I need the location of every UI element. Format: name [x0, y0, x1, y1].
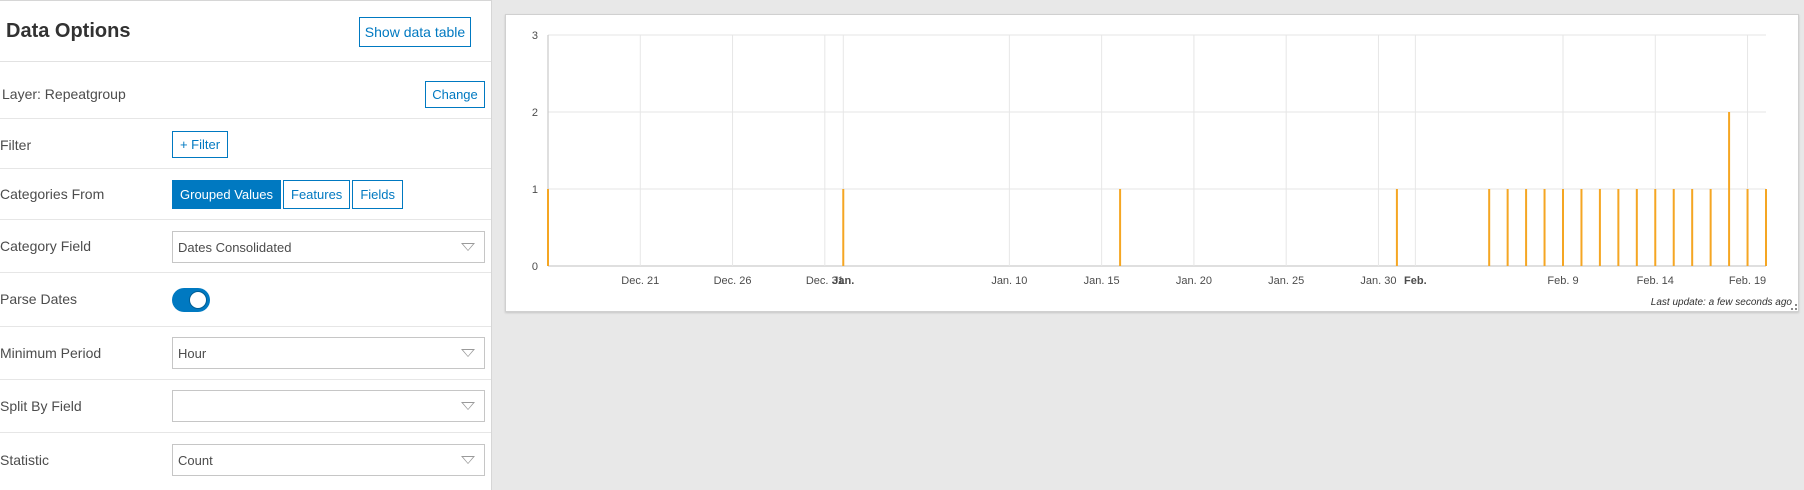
- data-bar: [1598, 189, 1601, 266]
- x-tick-label: Feb. 19: [1729, 275, 1766, 287]
- data-bar: [1395, 189, 1398, 266]
- data-bar: [1617, 189, 1620, 266]
- data-bar: [1119, 189, 1122, 266]
- categories-from-label: Categories From: [0, 186, 105, 202]
- x-tick-label: Feb. 9: [1547, 275, 1578, 287]
- filter-row: Filter + Filter: [0, 119, 491, 169]
- statistic-label: Statistic: [0, 452, 50, 468]
- split-by-field-select[interactable]: [172, 390, 485, 422]
- category-field-value: Dates Consolidated: [178, 240, 292, 255]
- panel-header: Data Options Show data table: [0, 1, 491, 62]
- x-tick-label: Jan. 25: [1268, 275, 1304, 287]
- data-bar: [1506, 189, 1509, 266]
- statistic-row: Statistic Count: [0, 433, 491, 490]
- categories-from-row: Categories From Grouped Values Features …: [0, 169, 491, 220]
- data-bar: [1765, 189, 1767, 266]
- minimum-period-row: Minimum Period Hour: [0, 327, 491, 380]
- data-bar: [1672, 189, 1675, 266]
- filter-label: Filter: [0, 137, 32, 153]
- category-field-row: Category Field Dates Consolidated: [0, 220, 491, 273]
- layer-label: Layer: Repeatgroup: [2, 86, 126, 102]
- change-layer-button[interactable]: Change: [425, 81, 485, 108]
- data-bar: [547, 189, 549, 266]
- parse-dates-toggle[interactable]: [172, 288, 210, 312]
- data-bar: [1709, 189, 1712, 266]
- data-bar: [1543, 189, 1546, 266]
- data-options-panel: Data Options Show data table Layer: Repe…: [0, 0, 492, 490]
- x-tick-label: Dec. 21: [621, 275, 659, 287]
- category-field-select[interactable]: Dates Consolidated: [172, 231, 485, 263]
- data-bar: [1635, 189, 1638, 266]
- last-update-text: Last update: a few seconds ago: [1650, 297, 1792, 308]
- y-tick-label: 1: [532, 184, 538, 196]
- minimum-period-label: Minimum Period: [0, 345, 102, 361]
- x-tick-label: Dec. 26: [714, 275, 752, 287]
- x-tick-label: Jan. 30: [1360, 275, 1396, 287]
- categories-segmented-control: Grouped Values Features Fields: [172, 180, 403, 209]
- data-bar: [1525, 189, 1528, 266]
- data-bar: [842, 189, 845, 266]
- category-field-label: Category Field: [0, 238, 92, 254]
- layer-row: Layer: Repeatgroup Change: [0, 63, 491, 119]
- minimum-period-value: Hour: [178, 346, 207, 361]
- x-tick-label: Feb. 14: [1637, 275, 1674, 287]
- statistic-select[interactable]: Count: [172, 444, 485, 476]
- x-tick-label: Jan. 20: [1176, 275, 1212, 287]
- data-bar: [1580, 189, 1583, 266]
- features-button[interactable]: Features: [283, 180, 351, 209]
- toggle-knob: [189, 291, 207, 309]
- serial-chart: 0123Dec. 21 Dec. 26 Dec. 31Jan. Jan. 10 Jan.…: [532, 30, 1767, 287]
- y-tick-label: 3: [532, 30, 538, 42]
- grouped-values-button[interactable]: Grouped Values: [172, 180, 281, 209]
- chevron-down-icon: [461, 456, 475, 464]
- chevron-down-icon: [461, 402, 475, 410]
- app-window: Data Options Show data table Layer: Repe…: [0, 0, 1804, 490]
- x-tick-label: Feb.: [1404, 275, 1427, 287]
- split-by-field-row: Split By Field: [0, 380, 491, 433]
- fields-button[interactable]: Fields: [352, 180, 403, 209]
- panel-title: Data Options: [6, 20, 131, 42]
- y-tick-label: 0: [532, 261, 538, 273]
- add-filter-button[interactable]: + Filter: [172, 131, 228, 158]
- data-bar: [1562, 189, 1564, 266]
- resize-handle[interactable]: [1791, 304, 1797, 310]
- minimum-period-select[interactable]: Hour: [172, 337, 485, 369]
- chevron-down-icon: [461, 349, 475, 357]
- x-tick-label: Jan. 10: [991, 275, 1027, 287]
- parse-dates-row: Parse Dates: [0, 273, 491, 327]
- data-bar: [1654, 189, 1657, 266]
- data-bar: [1746, 189, 1749, 266]
- data-bar: [1728, 112, 1731, 266]
- chart-card: 0 1 2 3 Dec. 21 Dec. 26 Dec. 31 Jan. Jan. 10 Jan.…: [505, 14, 1799, 312]
- chevron-down-icon: [461, 243, 475, 251]
- data-bar: [1691, 189, 1694, 266]
- statistic-value: Count: [178, 453, 213, 468]
- y-tick-label: 2: [532, 107, 538, 119]
- x-tick-label: Jan. 15: [1084, 275, 1120, 287]
- parse-dates-label: Parse Dates: [0, 291, 78, 307]
- show-data-table-button[interactable]: Show data table: [359, 17, 471, 47]
- data-bar: [1488, 189, 1491, 266]
- x-tick-label: Jan.: [832, 275, 854, 287]
- split-by-field-label: Split By Field: [0, 398, 82, 414]
